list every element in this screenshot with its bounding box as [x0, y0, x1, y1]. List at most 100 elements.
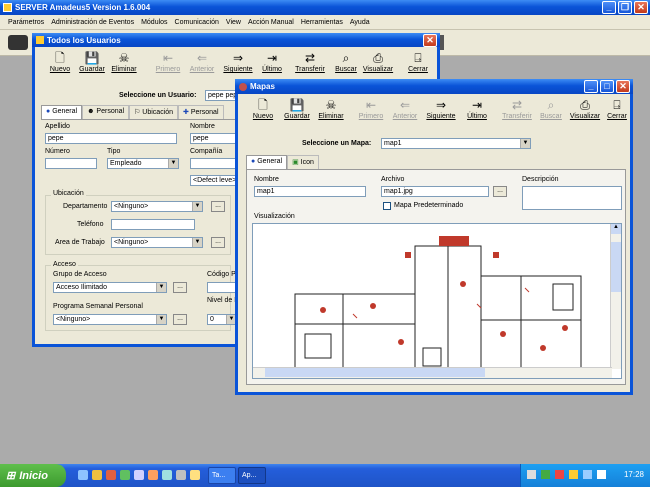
taskbar-item-1[interactable]: Ta... [208, 467, 236, 484]
quicklaunch-icon-6[interactable] [148, 470, 158, 480]
grupo-select[interactable]: Acceso Ilimitado ▼ [53, 282, 167, 293]
compania-value[interactable]: <Defect leve> [190, 175, 238, 186]
usuarios-close-icon[interactable]: ✕ [423, 33, 437, 47]
archivo-browse-button[interactable]: ... [493, 186, 507, 197]
quicklaunch-icon-2[interactable] [92, 470, 102, 480]
menu-accion-manual[interactable]: Acción Manual [248, 19, 294, 26]
menu-herramientas[interactable]: Herramientas [301, 19, 343, 26]
mapa-predeterminado-checkbox[interactable] [383, 202, 391, 210]
tray-icon-4[interactable] [569, 470, 578, 479]
scroll-up-icon[interactable]: ▲ [611, 224, 621, 234]
numero-input[interactable] [45, 158, 97, 169]
mapas-transferir-button[interactable]: ⇄ Transferir [500, 98, 534, 121]
cerrar-button[interactable]: ⍈ Cerrar [401, 51, 435, 74]
mapas-cerrar-button[interactable]: ⍈ Cerrar [604, 98, 630, 121]
mapa-select[interactable]: map1 ▼ [381, 138, 531, 149]
compania-input[interactable] [190, 158, 238, 169]
descripcion-input[interactable] [522, 186, 622, 210]
visualizar-button[interactable]: ⎙ Visualizar [361, 51, 395, 74]
ultimo-label: Último [262, 66, 282, 73]
mapas-siguiente-button[interactable]: ⇒ Siguiente [424, 98, 458, 121]
area-browse-button[interactable]: ... [211, 237, 225, 248]
close-icon[interactable]: ✕ [634, 1, 648, 14]
tab-personal-2[interactable]: ✚ Personal [178, 105, 224, 119]
menu-parametros[interactable]: Parámetros [8, 19, 44, 26]
nuevo-button[interactable]: 🗋 Nuevo [43, 51, 77, 74]
tab-general[interactable]: ● General [41, 105, 83, 119]
tab-ubicacion-label: Ubicación [142, 109, 174, 116]
area-value: <Ninguno> [114, 239, 149, 246]
mapas-visualizar-button[interactable]: ⎙ Visualizar [568, 98, 602, 121]
tab-mapa-icon[interactable]: ▣ Icon [287, 155, 319, 169]
codigo-input[interactable] [207, 282, 237, 293]
menu-eventos[interactable]: Administración de Eventos [51, 19, 134, 26]
apellido-input[interactable]: pepe [45, 133, 177, 144]
tray-icon-2[interactable] [541, 470, 550, 479]
menu-view[interactable]: View [226, 19, 241, 26]
tray-icon-1[interactable] [527, 470, 536, 479]
tipo-select[interactable]: Empleado ▼ [107, 158, 179, 169]
buscar-button[interactable]: ⌕ Buscar [329, 51, 363, 74]
mapas-guardar-button[interactable]: 💾 Guardar [280, 98, 314, 121]
taskbar-item-2[interactable]: Ap... [238, 467, 266, 484]
mapas-minimize-icon[interactable]: _ [584, 80, 598, 93]
scroll-thumb-horizontal[interactable] [265, 368, 485, 377]
restore-icon[interactable]: ❐ [618, 1, 632, 14]
ultimo-button[interactable]: ⇥ Último [255, 51, 289, 74]
mapas-ultimo-button[interactable]: ⇥ Último [460, 98, 494, 121]
quicklaunch-icon-7[interactable] [162, 470, 172, 480]
mapas-primero-button[interactable]: ⇤ Primero [354, 98, 388, 121]
map-vertical-scrollbar[interactable]: ▲ [610, 224, 621, 369]
mapa-nombre-input[interactable]: map1 [254, 186, 366, 197]
archivo-input[interactable]: map1.jpg [381, 186, 489, 197]
mapas-buscar-button[interactable]: ⌕ Buscar [534, 97, 568, 121]
mapas-close-icon[interactable]: ✕ [616, 80, 630, 93]
tab-personal[interactable]: ☻ Personal [82, 105, 130, 119]
map-horizontal-scrollbar[interactable] [253, 367, 612, 378]
mapas-eliminar-button[interactable]: ☠ Eliminar [314, 98, 348, 121]
plus-icon: ✚ [183, 109, 189, 116]
start-button[interactable]: ⊞ Inicio [0, 464, 66, 487]
nivel-select[interactable]: 0 ▼ [207, 314, 237, 325]
departamento-select[interactable]: <Ninguno> ▼ [111, 201, 203, 212]
primero-button[interactable]: ⇤ Primero [151, 51, 185, 74]
quicklaunch-icon-3[interactable] [106, 470, 116, 480]
quicklaunch-icon-4[interactable] [120, 470, 130, 480]
nombre-input[interactable]: pepe [190, 133, 238, 144]
guardar-button[interactable]: 💾 Guardar [75, 51, 109, 74]
mapas-nuevo-button[interactable]: 🗋 Nuevo [246, 98, 280, 121]
quicklaunch-icon-8[interactable] [176, 470, 186, 480]
key-icon[interactable] [8, 35, 28, 50]
tray-icon-3[interactable] [555, 470, 564, 479]
search-icon: ⌕ [547, 97, 555, 112]
menu-ayuda[interactable]: Ayuda [350, 19, 370, 26]
menu-modulos[interactable]: Módulos [141, 19, 167, 26]
tray-icon-5[interactable] [583, 470, 592, 479]
anterior-button[interactable]: ⇐ Anterior [185, 51, 219, 74]
info-icon: ● [46, 108, 51, 115]
mapas-transferir-label: Transferir [502, 113, 532, 120]
windows-logo-icon: ⊞ [6, 470, 16, 482]
usuario-select-label: Seleccione un Usuario: [119, 92, 197, 99]
departamento-browse-button[interactable]: ... [211, 201, 225, 212]
tray-icon-6[interactable] [597, 470, 606, 479]
menu-comunicacion[interactable]: Comunicación [175, 19, 219, 26]
minimize-icon[interactable]: _ [602, 1, 616, 14]
programa-select[interactable]: <Ninguno> ▼ [53, 314, 167, 325]
telefono-input[interactable] [111, 219, 195, 230]
mapas-maximize-icon[interactable]: □ [600, 80, 614, 93]
mapas-anterior-button[interactable]: ⇐ Anterior [388, 98, 422, 121]
tab-mapa-general[interactable]: ● General [246, 155, 288, 169]
grupo-browse-button[interactable]: ... [173, 282, 187, 293]
quicklaunch-icon-9[interactable] [190, 470, 200, 480]
programa-browse-button[interactable]: ... [173, 314, 187, 325]
siguiente-button[interactable]: ⇒ Siguiente [221, 51, 255, 74]
quicklaunch-icon-1[interactable] [78, 470, 88, 480]
area-select[interactable]: <Ninguno> ▼ [111, 237, 203, 248]
scroll-thumb-vertical[interactable] [611, 242, 621, 292]
map-viewer[interactable]: ▲ [252, 223, 622, 379]
quicklaunch-icon-5[interactable] [134, 470, 144, 480]
transferir-button[interactable]: ⇄ Transferir [293, 51, 327, 74]
tab-ubicacion[interactable]: ⚐ Ubicación [129, 105, 179, 119]
eliminar-button[interactable]: ☠ Eliminar [107, 51, 141, 74]
